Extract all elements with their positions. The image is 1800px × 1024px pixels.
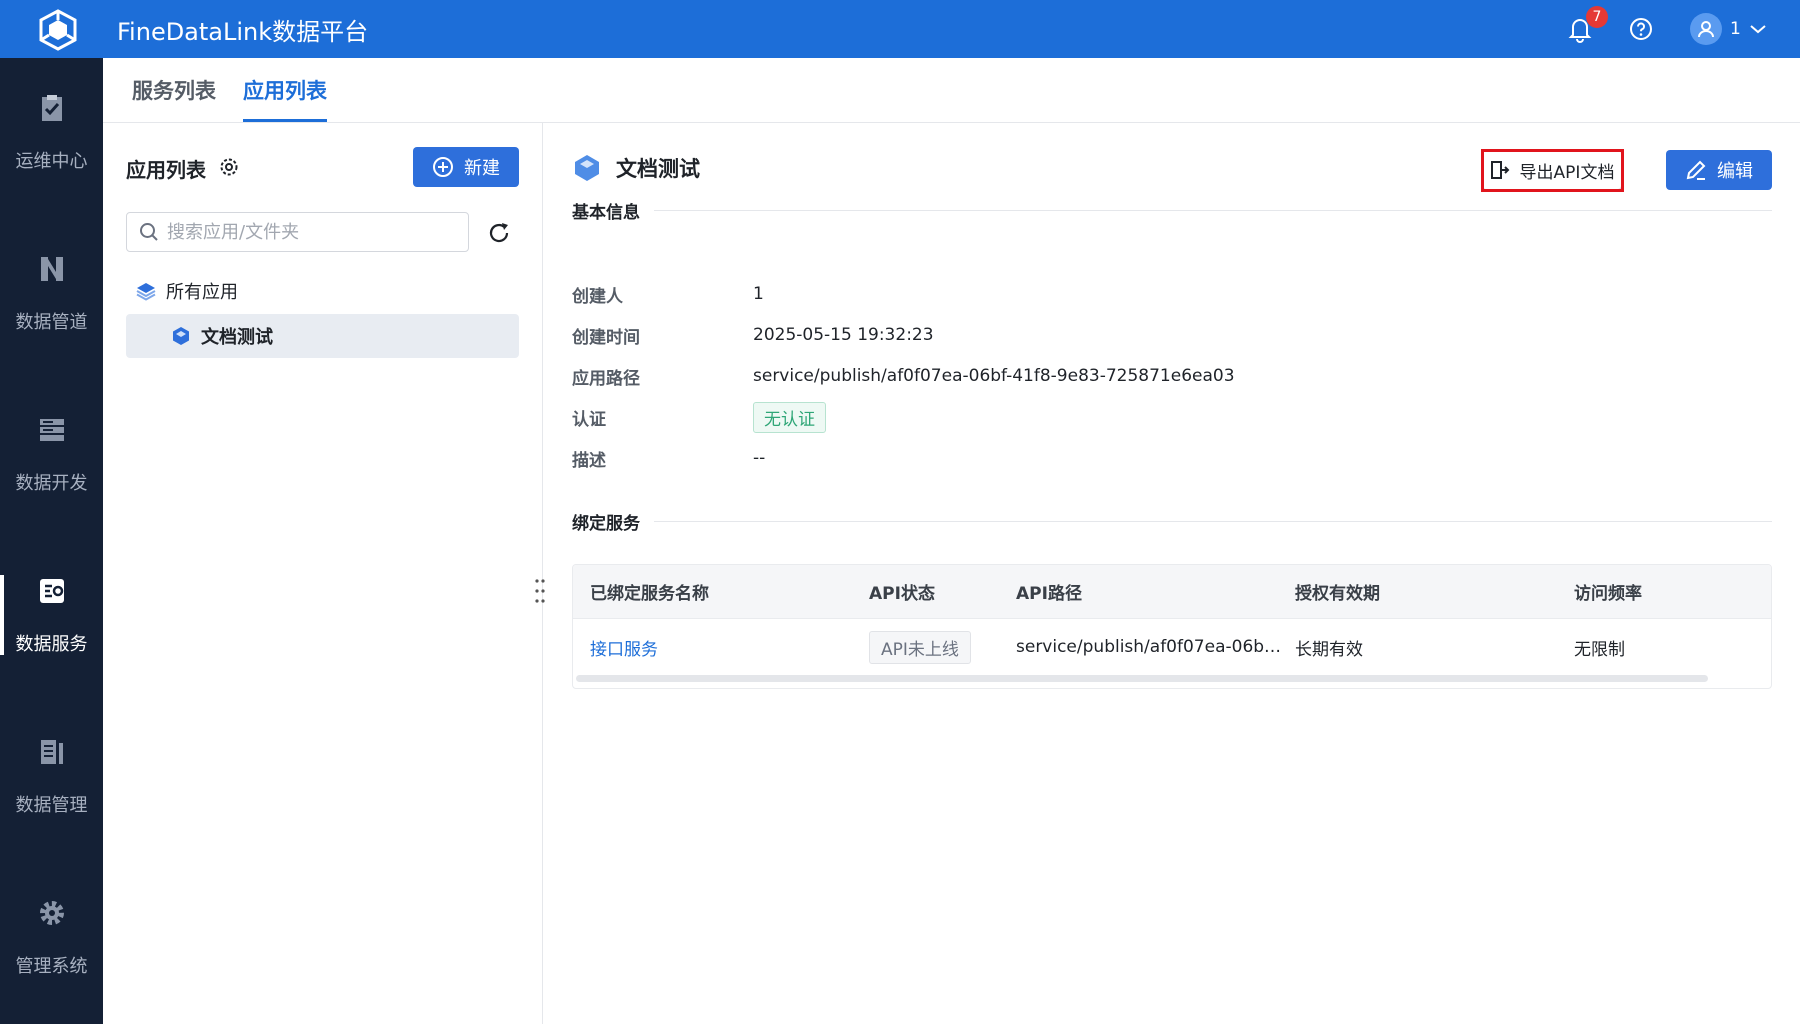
api-service-icon [39, 579, 64, 603]
info-label: 创建时间 [572, 327, 640, 348]
nav-item-data-dev[interactable]: 数据开发 [0, 380, 103, 530]
app-name: 文档测试 [616, 157, 700, 181]
nav-item-data-pipeline[interactable]: 数据管道 [0, 219, 103, 369]
auth-status-tag: 无认证 [753, 401, 826, 433]
nav-label: 数据管理 [15, 795, 88, 816]
info-label: 创建人 [572, 286, 623, 307]
nav-label: 数据开发 [15, 473, 88, 494]
section-title: 绑定服务 [572, 514, 640, 534]
info-row-description: 描述 -- [572, 443, 765, 473]
section-bound-services: 绑定服务 [572, 509, 1772, 534]
column-header: 已绑定服务名称 [590, 584, 709, 604]
info-row-auth: 认证 无认证 [572, 401, 826, 433]
catalog-icon [40, 740, 63, 764]
side-nav: 运维中心 数据管道 数据开发 数据服务 数据管理 管理系统 [0, 58, 103, 1024]
nav-label: 数据管道 [15, 312, 88, 333]
tab-service-list[interactable]: 服务列表 [132, 75, 216, 105]
user-name: 1 [1730, 19, 1741, 39]
help-icon[interactable] [1629, 17, 1653, 41]
api-path-cell: service/publish/af0f07ea-06b… [1016, 637, 1282, 657]
section-title: 基本信息 [572, 203, 640, 223]
edit-pencil-icon [1686, 160, 1706, 180]
app-logo-icon[interactable] [36, 8, 80, 52]
search-input[interactable] [167, 221, 447, 243]
info-label: 认证 [572, 409, 606, 430]
nav-item-admin-system[interactable]: 管理系统 [0, 863, 103, 1013]
nav-label: 运维中心 [15, 151, 88, 172]
gear-icon [39, 901, 64, 925]
new-button-label: 新建 [464, 158, 500, 179]
search-box[interactable] [126, 212, 469, 252]
service-name-link[interactable]: 接口服务 [590, 635, 658, 660]
tab-app-list[interactable]: 应用列表 [243, 75, 327, 105]
nav-item-data-management[interactable]: 数据管理 [0, 702, 103, 852]
tree-item-all-apps[interactable]: 所有应用 [136, 278, 238, 304]
export-button-highlight [1481, 149, 1624, 192]
info-label: 应用路径 [572, 368, 640, 389]
edit-button-label: 编辑 [1717, 161, 1753, 182]
table-header: 已绑定服务名称 API状态 API路径 授权有效期 访问频率 [573, 565, 1771, 619]
avatar [1690, 13, 1722, 45]
tree-root-label: 所有应用 [166, 282, 238, 303]
tree-item-doc-test[interactable]: 文档测试 [126, 314, 519, 358]
access-rate-cell: 无限制 [1574, 639, 1625, 660]
refresh-icon[interactable] [486, 220, 512, 246]
new-app-button[interactable]: 新建 [413, 147, 519, 187]
search-icon [140, 223, 158, 241]
table-row: 接口服务 API未上线 service/publish/af0f07ea-06b… [573, 619, 1771, 675]
active-tab-indicator [243, 119, 327, 122]
layers-icon [136, 283, 156, 301]
horizontal-scrollbar[interactable] [576, 675, 1708, 682]
info-value: 1 [753, 284, 764, 304]
chevron-down-icon [1750, 25, 1766, 34]
tab-bar: 服务列表 应用列表 [103, 58, 1800, 123]
panel-title: 应用列表 [126, 158, 206, 182]
nav-label: 数据服务 [15, 634, 88, 655]
user-menu[interactable]: 1 [1690, 13, 1767, 45]
section-basic-info: 基本信息 [572, 198, 1772, 223]
bound-services-table: 已绑定服务名称 API状态 API路径 授权有效期 访问频率 接口服务 API未… [572, 564, 1772, 689]
plus-circle-icon [433, 157, 453, 177]
info-value: -- [753, 448, 766, 468]
info-value: service/publish/af0f07ea-06bf-41f8-9e83-… [753, 366, 1235, 386]
column-header: API状态 [869, 584, 935, 604]
info-row-created-time: 创建时间 2025-05-15 19:32:23 [572, 320, 934, 350]
edit-button[interactable]: 编辑 [1666, 150, 1772, 190]
app-detail-header: 文档测试 [572, 153, 700, 183]
top-bar: FineDataLink数据平台 7 1 [0, 0, 1800, 58]
api-status-tag: API未上线 [869, 630, 971, 664]
app-cube-icon [173, 327, 189, 345]
nav-item-ops-center[interactable]: 运维中心 [0, 58, 103, 208]
nav-item-data-service[interactable]: 数据服务 [0, 541, 103, 691]
app-list-panel: 应用列表 新建 所有应用 文档测试 [103, 123, 543, 1024]
app-cube-icon [575, 155, 599, 181]
user-icon [1698, 21, 1714, 38]
settings-gear-icon[interactable] [218, 156, 240, 178]
nav-label: 管理系统 [15, 956, 88, 977]
info-value: 2025-05-15 19:32:23 [753, 325, 934, 345]
notification-badge: 7 [1586, 6, 1608, 28]
panel-resize-handle-icon[interactable] [534, 578, 546, 604]
info-row-creator: 创建人 1 [572, 279, 764, 309]
pipeline-icon [40, 257, 63, 281]
tree-child-label: 文档测试 [201, 327, 273, 348]
column-header: 授权有效期 [1295, 584, 1380, 604]
auth-validity-cell: 长期有效 [1295, 639, 1363, 660]
column-header: 访问频率 [1574, 584, 1642, 604]
column-header: API路径 [1016, 584, 1082, 604]
info-row-app-path: 应用路径 service/publish/af0f07ea-06bf-41f8-… [572, 361, 1235, 391]
clipboard-check-icon [41, 95, 62, 121]
server-icon [39, 419, 64, 441]
app-title: FineDataLink数据平台 [117, 18, 369, 46]
info-label: 描述 [572, 450, 606, 471]
